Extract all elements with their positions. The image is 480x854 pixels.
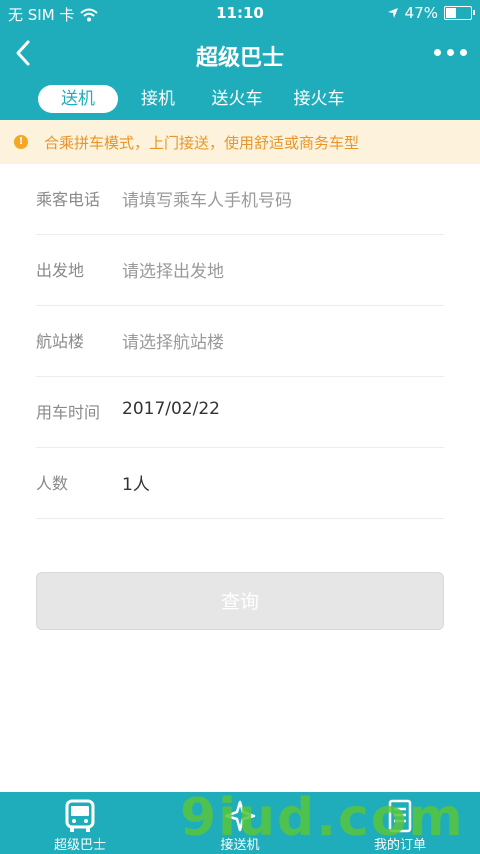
battery-percent: 47% bbox=[404, 4, 438, 22]
tab-pickup-airport[interactable]: 接机 bbox=[128, 85, 188, 113]
more-icon[interactable] bbox=[430, 40, 470, 64]
info-icon: ! bbox=[14, 135, 28, 149]
nav-bar: 超级巴士 bbox=[0, 26, 480, 80]
location-arrow-icon bbox=[387, 8, 398, 18]
booking-form: 乘客电话 请填写乘车人手机号码 出发地 请选择出发地 航站楼 请选择航站楼 用车… bbox=[0, 164, 480, 519]
terminal-select[interactable]: 请选择航站楼 bbox=[122, 328, 224, 353]
departure-select[interactable]: 请选择出发地 bbox=[122, 257, 224, 282]
form-row-time[interactable]: 用车时间 2017/02/22 bbox=[36, 377, 444, 448]
form-row-phone[interactable]: 乘客电话 请填写乘车人手机号码 bbox=[36, 164, 444, 235]
watermark-logo: 9iud.com bbox=[180, 788, 465, 848]
tab-send-train[interactable]: 送火车 bbox=[200, 85, 274, 113]
tab-pickup-train[interactable]: 接火车 bbox=[282, 85, 356, 113]
form-row-terminal[interactable]: 航站楼 请选择航站楼 bbox=[36, 306, 444, 377]
battery-icon bbox=[444, 6, 475, 20]
phone-input[interactable]: 请填写乘车人手机号码 bbox=[122, 186, 292, 211]
tabbar-label-bus: 超级巴士 bbox=[53, 838, 106, 853]
tab-send-airport[interactable]: 送机 bbox=[38, 85, 118, 113]
terminal-label: 航站楼 bbox=[36, 332, 85, 351]
page-title: 超级巴士 bbox=[195, 46, 284, 71]
notice-text: 合乘拼车模式，上门接送，使用舒适或商务车型 bbox=[44, 133, 360, 152]
query-button[interactable]: 查询 bbox=[36, 572, 444, 630]
departure-label: 出发地 bbox=[36, 261, 85, 280]
time-label: 用车时间 bbox=[36, 403, 101, 422]
bus-icon bbox=[65, 799, 95, 832]
phone-label: 乘客电话 bbox=[36, 190, 101, 209]
status-bar: 无 SIM 卡 11:10 47% bbox=[0, 0, 480, 26]
tabbar-item-bus[interactable]: 超级巴士 bbox=[20, 798, 140, 853]
form-row-departure[interactable]: 出发地 请选择出发地 bbox=[36, 235, 444, 306]
passengers-select[interactable]: 1人 bbox=[122, 470, 150, 495]
notice-banner: ! 合乘拼车模式，上门接送，使用舒适或商务车型 bbox=[0, 120, 480, 164]
passengers-label: 人数 bbox=[36, 474, 69, 493]
service-tabs: 送机 接机 送火车 接火车 bbox=[0, 80, 480, 120]
form-row-passengers[interactable]: 人数 1人 bbox=[36, 448, 444, 519]
time-picker[interactable]: 2017/02/22 bbox=[122, 399, 220, 419]
status-right: 47% bbox=[387, 4, 475, 22]
